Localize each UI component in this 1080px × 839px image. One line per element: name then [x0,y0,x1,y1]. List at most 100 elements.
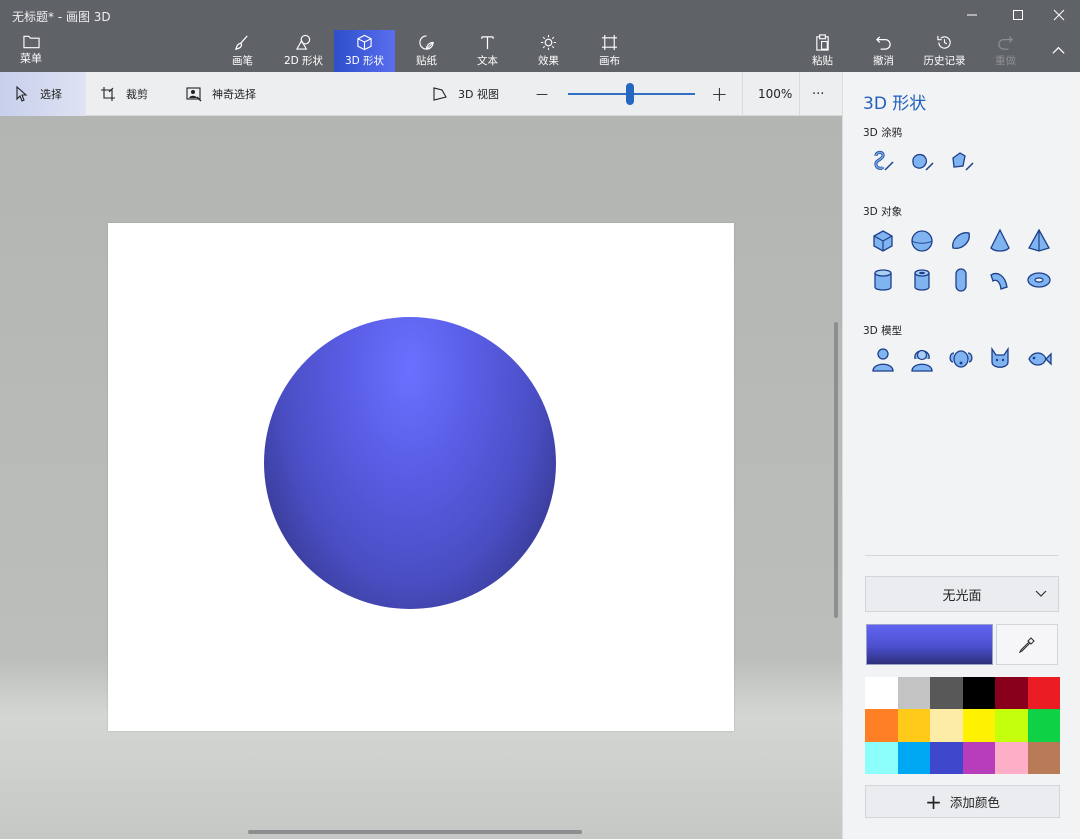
collapse-ribbon-button[interactable] [1036,30,1080,72]
3d-view-button[interactable]: 3D 视图 [432,72,499,116]
pyramid-button[interactable] [1025,227,1053,255]
man-model-button[interactable] [869,345,897,373]
tab-stickers[interactable]: 贴纸 [396,30,457,72]
eyedropper-button[interactable] [996,624,1058,665]
magic-select-tool[interactable]: 神奇选择 [186,72,256,116]
finish-value: 无光面 [942,588,982,604]
fish-icon [1028,352,1052,366]
menu-button[interactable]: 菜单 [8,30,54,72]
tab-effects[interactable]: 效果 [518,30,579,72]
brush-icon [234,35,248,50]
history-button[interactable]: 历史记录 [914,30,975,72]
history-icon [937,35,951,49]
current-color-swatch[interactable] [866,624,993,665]
tube-icon [914,269,930,291]
action-label: 撤消 [873,55,894,67]
tab-label: 效果 [538,55,559,67]
plus-icon: + [925,789,942,814]
sharp-doodle-button[interactable] [869,147,897,175]
color-swatch[interactable] [962,677,995,710]
capsule-button[interactable] [947,266,975,294]
pyramid-icon [1028,228,1050,252]
magic-select-label: 神奇选择 [212,88,256,101]
hemisphere-button[interactable] [947,227,975,255]
color-swatch[interactable] [995,677,1028,710]
section-3d-objects: 3D 对象 [863,206,903,218]
cat-model-button[interactable] [986,345,1014,373]
tab-2d-shapes[interactable]: 2D 形状 [273,30,334,72]
color-swatch[interactable] [897,677,930,710]
soft-doodle-button[interactable] [908,147,936,175]
cone-button[interactable] [986,227,1014,255]
eyedropper-icon [1018,636,1035,653]
color-swatch[interactable] [897,741,930,774]
section-3d-doodles: 3D 涂鸦 [863,127,903,139]
dog-model-button[interactable] [947,345,975,373]
zoom-out-button[interactable]: — [536,72,548,116]
cursor-icon [16,86,28,102]
menu-label: 菜单 [20,52,42,65]
horizontal-scrollbar[interactable] [248,830,582,834]
tube-button[interactable] [908,266,936,294]
capsule-icon [955,268,967,292]
tube-doodle-icon [952,152,974,171]
sphere-button[interactable] [908,227,936,255]
color-swatch[interactable] [1027,709,1060,742]
color-swatch[interactable] [897,709,930,742]
finish-dropdown[interactable]: 无光面 [865,576,1059,612]
color-swatch[interactable] [930,741,963,774]
tube-doodle-button[interactable] [947,147,975,175]
paste-button[interactable]: 粘贴 [792,30,853,72]
color-swatch[interactable] [962,741,995,774]
panel-title: 3D 形状 [863,94,927,114]
color-swatch[interactable] [1027,677,1060,710]
close-button[interactable] [1036,0,1080,30]
fish-model-button[interactable] [1025,345,1053,373]
zoom-out-icon: — [536,87,548,101]
cylinder-button[interactable] [869,266,897,294]
zoom-in-button[interactable]: + [711,72,728,116]
color-swatch[interactable] [865,709,898,742]
text-icon [481,36,494,50]
color-swatch[interactable] [1027,741,1060,774]
crop-tool[interactable]: 裁剪 [100,72,148,116]
maximize-button[interactable] [995,0,1041,30]
folder-icon [22,35,40,49]
close-icon [1053,9,1065,21]
add-color-button[interactable]: + 添加颜色 [865,785,1060,818]
color-swatch[interactable] [865,741,898,774]
tab-brushes[interactable]: 画笔 [212,30,273,72]
effects-icon [540,34,557,51]
cube-button[interactable] [869,227,897,255]
color-palette [865,677,1060,774]
color-swatch[interactable] [995,709,1028,742]
zoom-value: 100% [758,87,793,101]
color-swatch[interactable] [962,709,995,742]
more-button[interactable]: ··· [812,72,824,116]
color-swatch[interactable] [865,677,898,710]
vertical-scrollbar[interactable] [834,322,838,618]
paste-icon [816,34,829,51]
color-swatch[interactable] [930,677,963,710]
color-swatch[interactable] [930,709,963,742]
3d-sphere-object[interactable] [264,317,556,609]
tab-label: 2D 形状 [283,55,324,67]
tab-text[interactable]: 文本 [457,30,518,72]
tab-3d-shapes[interactable]: 3D 形状 [334,30,395,72]
undo-icon [876,36,891,50]
torus-button[interactable] [1025,266,1053,294]
bent-tube-icon [990,272,1008,290]
woman-model-button[interactable] [908,345,936,373]
select-tool[interactable]: 选择 [0,72,86,116]
undo-button[interactable]: 撤消 [853,30,914,72]
minimize-button[interactable] [949,0,995,30]
color-swatch[interactable] [995,741,1028,774]
zoom-level[interactable]: 100% [758,72,792,116]
tab-canvas[interactable]: 画布 [579,30,640,72]
redo-button[interactable]: 重做 [975,30,1036,72]
woman-icon [911,349,933,372]
3d-view-label: 3D 视图 [458,88,499,101]
zoom-slider-thumb[interactable] [626,83,635,105]
bent-tube-button[interactable] [986,266,1014,294]
tab-label: 贴纸 [416,55,437,67]
